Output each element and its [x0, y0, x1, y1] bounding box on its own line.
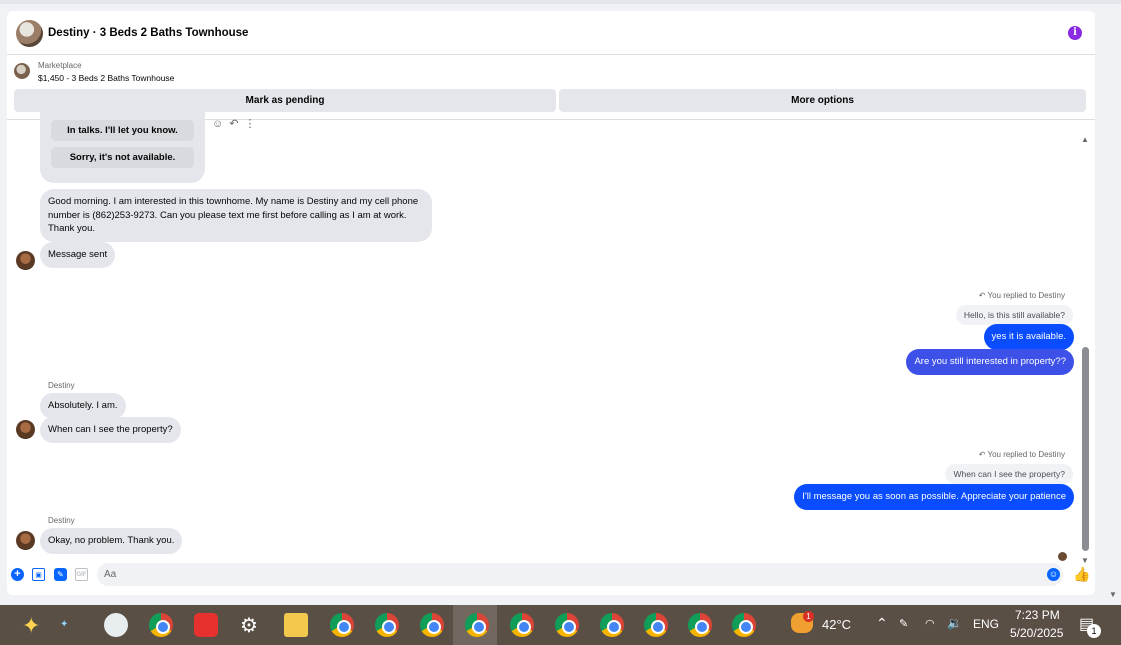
message-input[interactable] — [97, 563, 1063, 586]
conversation-title[interactable]: Destiny · 3 Beds 2 Baths Townhouse — [48, 27, 248, 39]
quick-reply-card: In talks. I'll let you know. Sorry, it's… — [40, 111, 205, 183]
emoji-icon[interactable]: ☺ — [1047, 568, 1060, 581]
message-bubble-outgoing[interactable]: I'll message you as soon as possible. Ap… — [794, 484, 1074, 510]
message-bubble-incoming[interactable]: Message sent — [40, 242, 116, 268]
reply-arrow-icon: ↶ — [978, 450, 986, 459]
weather-badge: 1 — [803, 611, 814, 622]
replied-label: ↶ You replied to Destiny — [978, 450, 1065, 459]
volume-icon[interactable]: 🔉 — [947, 616, 962, 630]
chrome-profile-icon[interactable] — [732, 613, 756, 637]
message-bubble-incoming[interactable]: Okay, no problem. Thank you. — [40, 528, 183, 554]
info-icon[interactable]: i — [1068, 26, 1082, 40]
sparkle-small-icon: ✦ — [60, 619, 69, 630]
quick-reply-not-available[interactable]: Sorry, it's not available. — [51, 147, 194, 168]
thumbs-up-icon[interactable]: 👍 — [1073, 566, 1090, 583]
composer: + ▣ ✎ GIF ☺ 👍 — [7, 561, 1095, 591]
copilot-sparkle-icon[interactable]: ✦ — [22, 613, 40, 639]
message-bubble-incoming[interactable]: Absolutely. I am. — [40, 393, 126, 419]
mark-as-pending-button[interactable]: Mark as pending — [14, 89, 556, 112]
temperature[interactable]: 42°C — [822, 617, 851, 632]
quick-reply-in-talks[interactable]: In talks. I'll let you know. — [51, 120, 194, 141]
reply-quote[interactable]: Hello, is this still available? — [955, 305, 1073, 325]
message-actions: ☺↶⋮ — [212, 117, 261, 130]
listing-avatar[interactable] — [16, 20, 43, 47]
chat-panel: Destiny · 3 Beds 2 Baths Townhouse i Mar… — [7, 11, 1095, 595]
notification-count: 1 — [1087, 624, 1101, 638]
pen-tray-icon[interactable]: ✎ — [899, 617, 908, 630]
sender-avatar[interactable] — [16, 251, 35, 270]
page-scroll-down-icon[interactable]: ▼ — [1109, 590, 1117, 599]
more-options-button[interactable]: More options — [559, 89, 1086, 112]
settings-gear-icon[interactable]: ⚙ — [240, 613, 258, 638]
chrome-profile-icon[interactable] — [600, 613, 624, 637]
sender-name: Destiny — [48, 516, 75, 525]
chrome-profile-icon[interactable] — [688, 613, 712, 637]
gif-icon[interactable]: GIF — [75, 568, 88, 581]
photo-icon[interactable]: ▣ — [32, 568, 45, 581]
file-explorer-icon[interactable] — [284, 613, 308, 637]
conversation-header: Destiny · 3 Beds 2 Baths Townhouse i — [7, 11, 1095, 55]
plus-icon[interactable]: + — [11, 568, 24, 581]
more-icon[interactable]: ⋮ — [244, 118, 261, 130]
browser-top-strip — [0, 0, 1121, 4]
message-list: In talks. I'll let you know. Sorry, it's… — [7, 111, 1095, 565]
wifi-icon[interactable]: ◠ — [925, 617, 935, 630]
message-bubble-incoming[interactable]: When can I see the property? — [40, 417, 181, 443]
seen-avatar — [1058, 552, 1067, 561]
clock-date[interactable]: 5/20/2025 — [1010, 626, 1063, 640]
reply-arrow-icon: ↶ — [978, 291, 986, 300]
app-icon-paint[interactable] — [104, 613, 128, 637]
windows-taskbar: ✦ ✦ ⚙ 1 42°C ⌃ ✎ ◠ 🔉 ENG 7:23 PM 5/20/20… — [0, 605, 1121, 645]
wps-icon[interactable] — [194, 613, 218, 637]
chrome-icon[interactable] — [149, 613, 173, 637]
clock-time[interactable]: 7:23 PM — [1015, 608, 1060, 622]
chevron-up-icon[interactable]: ⌃ — [876, 615, 888, 632]
reply-icon[interactable]: ↶ — [229, 118, 244, 130]
replied-label: ↶ You replied to Destiny — [978, 291, 1065, 300]
chrome-profile-icon[interactable] — [510, 613, 534, 637]
language-indicator[interactable]: ENG — [973, 617, 999, 631]
sender-avatar[interactable] — [16, 420, 35, 439]
sender-avatar[interactable] — [16, 531, 35, 550]
message-bubble-outgoing[interactable]: Are you still interested in property?? — [906, 349, 1074, 375]
chrome-profile-icon[interactable] — [644, 613, 668, 637]
message-bubble-incoming[interactable]: Good morning. I am interested in this to… — [40, 189, 432, 242]
chat-scrollbar[interactable]: ▲ ▼ — [1081, 135, 1090, 565]
listing-thumbnail[interactable] — [14, 63, 30, 79]
message-bubble-outgoing[interactable]: yes it is available. — [983, 324, 1074, 350]
sender-name: Destiny — [48, 381, 75, 390]
marketplace-label: Marketplace — [38, 61, 82, 70]
scrollbar-thumb[interactable] — [1082, 347, 1089, 551]
react-icon[interactable]: ☺ — [212, 118, 229, 130]
scroll-up-icon[interactable]: ▲ — [1081, 135, 1089, 144]
chrome-profile-icon[interactable] — [420, 613, 444, 637]
chrome-profile-icon-active[interactable] — [465, 613, 489, 637]
sticker-icon[interactable]: ✎ — [54, 568, 67, 581]
listing-title[interactable]: $1,450 - 3 Beds 2 Baths Townhouse — [38, 73, 174, 83]
reply-quote[interactable]: When can I see the property? — [945, 464, 1073, 484]
chrome-profile-icon[interactable] — [555, 613, 579, 637]
chrome-profile-icon[interactable] — [375, 613, 399, 637]
chrome-profile-icon[interactable] — [330, 613, 354, 637]
